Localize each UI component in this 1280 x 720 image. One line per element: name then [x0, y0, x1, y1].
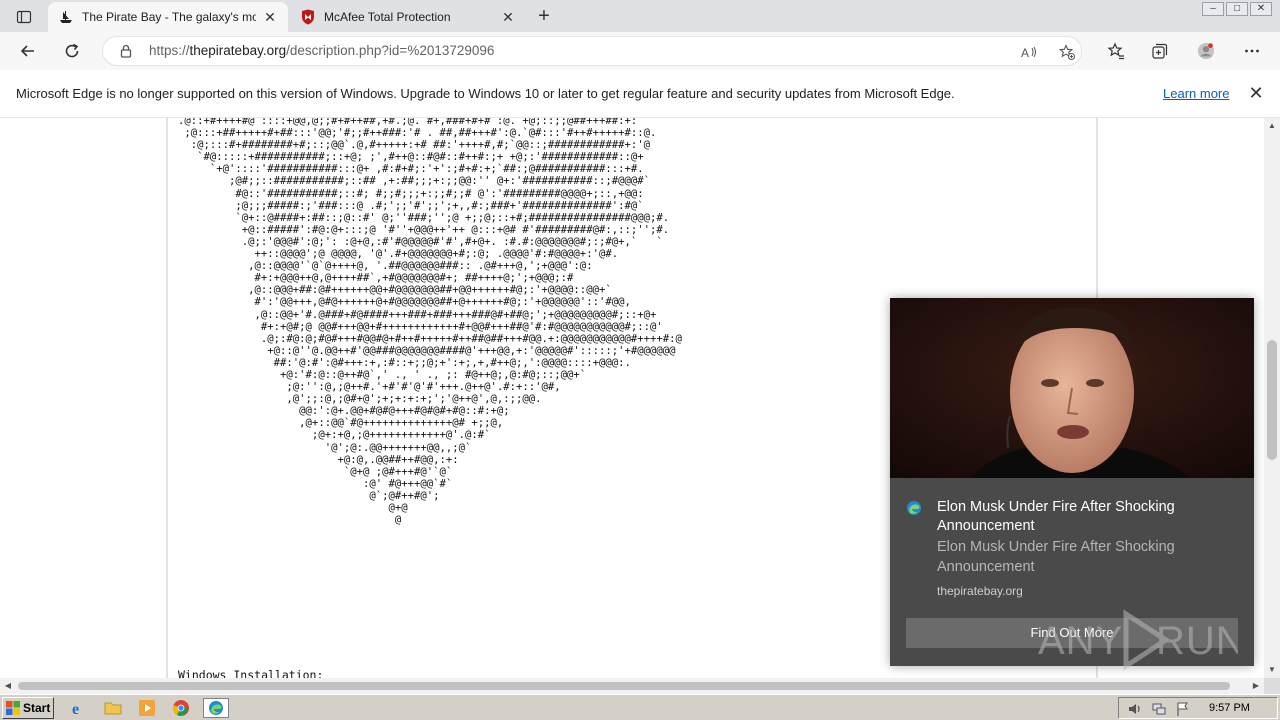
windows-logo-icon: [6, 701, 20, 715]
infobar-message: Microsoft Edge is no longer supported on…: [16, 86, 955, 101]
tab-actions-icon: [16, 10, 32, 24]
url-host: thepiratebay.org: [189, 43, 287, 58]
tab-title: McAfee Total Protection: [324, 10, 451, 24]
new-tab-button[interactable]: +: [534, 6, 554, 26]
edge-icon: [209, 701, 223, 715]
internet-explorer-icon[interactable]: e: [69, 699, 87, 717]
tab-close-icon[interactable]: ✕: [500, 9, 516, 25]
infobar-close-icon[interactable]: ✕: [1247, 84, 1265, 102]
windows-taskbar: Start e 9:57 PM: [0, 694, 1280, 720]
tab-strip: The Pirate Bay - The galaxy's most resil…: [0, 0, 1280, 32]
section-heading: Windows Installation:: [178, 668, 324, 678]
horizontal-scroll-thumb[interactable]: [18, 682, 1230, 690]
action-center-flag-icon[interactable]: [1175, 701, 1191, 717]
scroll-down-arrow-icon[interactable]: ▼: [1264, 662, 1280, 678]
anyrun-watermark: ANY RUN: [1038, 608, 1245, 672]
learn-more-link[interactable]: Learn more: [1163, 86, 1229, 101]
maximize-button[interactable]: □: [1226, 2, 1248, 16]
browser-window: The Pirate Bay - The galaxy's most resil…: [0, 0, 1280, 720]
volume-icon[interactable]: [1127, 701, 1143, 717]
tab-pirate-bay[interactable]: The Pirate Bay - The galaxy's most resil…: [48, 2, 288, 32]
system-tray: 9:57 PM: [1118, 697, 1278, 719]
url-path: /description.php?id=%2013729096: [286, 43, 495, 58]
start-label: Start: [23, 701, 51, 715]
tab-title: The Pirate Bay - The galaxy's most resil…: [82, 10, 256, 24]
chrome-icon[interactable]: [172, 699, 190, 717]
minimize-button[interactable]: –: [1202, 2, 1224, 16]
vertical-scroll-thumb[interactable]: [1267, 340, 1277, 460]
watermark-prefix: ANY: [1038, 619, 1123, 663]
lock-icon[interactable]: [119, 44, 133, 58]
content-border-left: [166, 118, 168, 678]
scroll-right-arrow-icon[interactable]: ▶: [1248, 678, 1264, 694]
url-text[interactable]: https://thepiratebay.org/description.php…: [149, 43, 494, 58]
add-favorite-icon[interactable]: [1059, 44, 1075, 60]
scroll-up-arrow-icon[interactable]: ▲: [1264, 118, 1280, 134]
notification-body: Elon Musk Under Fire After Shocking Anno…: [937, 539, 1175, 575]
back-arrow-icon: [20, 45, 34, 57]
file-explorer-icon[interactable]: [104, 699, 122, 717]
address-bar[interactable]: https://thepiratebay.org/description.php…: [102, 36, 1082, 66]
tab-close-icon[interactable]: ✕: [262, 9, 278, 25]
taskbar-clock[interactable]: 9:57 PM: [1209, 702, 1250, 714]
favorites-icon: [1107, 42, 1124, 60]
unsupported-os-infobar: Microsoft Edge is no longer supported on…: [0, 70, 1280, 118]
window-controls: – □ ✕: [1202, 2, 1272, 18]
collections-button[interactable]: [1150, 41, 1170, 61]
scroll-left-arrow-icon[interactable]: ◀: [0, 678, 16, 694]
notification-source: thepiratebay.org: [937, 584, 1023, 598]
tab-actions-button[interactable]: [10, 6, 38, 28]
ascii-art-description: .@::+#++++#@ ::::+@@,@;;#+#++##,+#.;@. #…: [178, 118, 682, 527]
start-button[interactable]: Start: [2, 697, 54, 719]
watermark-text: RUN: [1156, 619, 1238, 663]
svg-text:A: A: [1021, 46, 1029, 60]
refresh-button[interactable]: [61, 40, 83, 62]
horizontal-scrollbar[interactable]: ◀ ▶: [0, 678, 1264, 694]
avatar-icon: [1197, 42, 1215, 60]
url-scheme: https://: [149, 43, 190, 58]
refresh-icon: [65, 43, 79, 58]
settings-more-button[interactable]: [1242, 41, 1262, 61]
back-button[interactable]: [17, 40, 39, 62]
read-aloud-icon[interactable]: A: [1021, 44, 1037, 60]
svg-text:e: e: [72, 701, 79, 717]
collections-icon: [1152, 43, 1168, 59]
edge-app-icon: [907, 501, 921, 515]
edge-taskbar-button[interactable]: [203, 698, 229, 718]
notification-title: Elon Musk Under Fire After Shocking Anno…: [937, 499, 1175, 534]
close-window-button[interactable]: ✕: [1250, 2, 1272, 16]
browser-toolbar: https://thepiratebay.org/description.php…: [0, 32, 1280, 70]
profile-button[interactable]: [1196, 41, 1216, 61]
mcafee-shield-icon: [300, 9, 316, 25]
network-icon[interactable]: [1151, 701, 1167, 717]
more-dots-icon: [1245, 49, 1259, 53]
notification-image: [890, 298, 1254, 478]
pirate-ship-icon: [58, 9, 74, 25]
favorites-button[interactable]: [1106, 41, 1126, 61]
vertical-scrollbar[interactable]: ▲ ▼: [1264, 118, 1280, 678]
media-player-icon[interactable]: [138, 699, 156, 717]
scrollbar-corner: [1264, 678, 1280, 694]
tab-mcafee[interactable]: McAfee Total Protection ✕: [290, 2, 526, 32]
